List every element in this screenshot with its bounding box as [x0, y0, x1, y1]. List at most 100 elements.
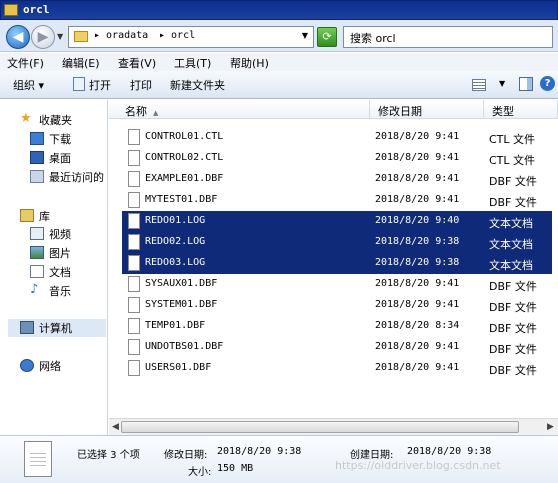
path-dropdown-icon[interactable]: ▼: [302, 31, 308, 40]
menu-file[interactable]: 文件(F): [7, 55, 44, 71]
file-type: CTL 文件: [489, 133, 536, 146]
nav-downloads[interactable]: 下载: [30, 130, 106, 148]
open-icon: [73, 77, 85, 91]
picture-icon: [30, 246, 44, 259]
desktop-icon: [30, 151, 44, 164]
nav-label: 库: [39, 210, 50, 223]
title-bar[interactable]: orcl: [0, 0, 558, 20]
menu-edit[interactable]: 编辑(E): [62, 55, 100, 71]
file-row[interactable]: CONTROL01.CTL 2018/8/20 9:41 CTL 文件: [122, 127, 552, 148]
menu-view[interactable]: 查看(V): [118, 55, 156, 71]
file-icon: [128, 150, 140, 166]
horizontal-scrollbar[interactable]: ◀ ▶: [109, 418, 558, 435]
file-name: REDO03.LOG: [145, 257, 206, 268]
refresh-button[interactable]: ⟳: [317, 27, 337, 47]
file-name: REDO01.LOG: [145, 215, 206, 226]
nav-videos[interactable]: 视频: [30, 225, 106, 243]
nav-label: 文档: [49, 266, 71, 279]
nav-network[interactable]: 网络: [20, 357, 106, 375]
file-icon: [128, 318, 140, 334]
file-name: MYTEST01.DBF: [145, 194, 218, 205]
file-date: 2018/8/20 9:41: [375, 131, 460, 142]
file-date: 2018/8/20 9:38: [375, 236, 460, 247]
scroll-right-icon[interactable]: ▶: [547, 422, 554, 432]
file-name: SYSTEM01.DBF: [145, 299, 218, 310]
file-icon: [128, 360, 140, 376]
file-row[interactable]: EXAMPLE01.DBF 2018/8/20 9:41 DBF 文件: [122, 169, 552, 190]
organize-button[interactable]: 组织 ▾: [13, 77, 44, 93]
file-row[interactable]: SYSTEM01.DBF 2018/8/20 9:41 DBF 文件: [122, 295, 552, 316]
file-row[interactable]: SYSAUX01.DBF 2018/8/20 9:41 DBF 文件: [122, 274, 552, 295]
nav-computer[interactable]: 计算机: [8, 319, 106, 337]
nav-label: 网络: [39, 360, 61, 373]
breadcrumb-oradata[interactable]: ▸ oradata: [94, 30, 148, 41]
file-row[interactable]: REDO02.LOG 2018/8/20 9:38 文本文档: [122, 232, 552, 253]
nav-music[interactable]: ♪ 音乐: [30, 282, 106, 300]
search-input[interactable]: 搜索 orcl: [343, 26, 553, 48]
file-row[interactable]: UNDOTBS01.DBF 2018/8/20 9:41 DBF 文件: [122, 337, 552, 358]
file-row[interactable]: REDO03.LOG 2018/8/20 9:38 文本文档: [122, 253, 552, 274]
video-icon: [30, 227, 44, 240]
view-dropdown-icon[interactable]: ▼: [499, 79, 505, 88]
nav-label: 桌面: [49, 152, 71, 165]
file-type: 文本文档: [489, 238, 533, 251]
file-name: USERS01.DBF: [145, 362, 212, 373]
file-name: SYSAUX01.DBF: [145, 278, 218, 289]
file-row[interactable]: TEMP01.DBF 2018/8/20 8:34 DBF 文件: [122, 316, 552, 337]
file-row[interactable]: REDO01.LOG 2018/8/20 9:40 文本文档: [122, 211, 552, 232]
file-date: 2018/8/20 9:41: [375, 278, 460, 289]
file-icon: [128, 192, 140, 208]
navigation-pane: ★ 收藏夹 下载 桌面 最近访问的 库 视频 图片 文档 ♪ 音乐 计算机 网络: [0, 100, 108, 435]
nav-favorites[interactable]: ★ 收藏夹: [20, 111, 106, 129]
folder-icon: [4, 4, 18, 16]
folder-icon: [74, 31, 88, 42]
menu-help[interactable]: 帮助(H): [230, 55, 269, 71]
new-folder-button[interactable]: 新建文件夹: [170, 77, 225, 93]
help-icon[interactable]: ?: [540, 76, 555, 91]
file-date: 2018/8/20 9:41: [375, 194, 460, 205]
nav-label: 音乐: [49, 285, 71, 298]
music-note-icon: ♪: [30, 282, 39, 297]
file-row[interactable]: USERS01.DBF 2018/8/20 9:41 DBF 文件: [122, 358, 552, 379]
nav-label: 计算机: [39, 322, 72, 335]
scroll-left-icon[interactable]: ◀: [112, 422, 119, 432]
file-name: UNDOTBS01.DBF: [145, 341, 224, 352]
file-type: DBF 文件: [489, 343, 537, 356]
file-date: 2018/8/20 9:38: [375, 257, 460, 268]
nav-recent[interactable]: 最近访问的: [30, 168, 108, 186]
column-type[interactable]: 类型: [484, 100, 558, 119]
open-button[interactable]: 打开: [89, 77, 111, 93]
nav-label: 下载: [49, 133, 71, 146]
recent-pages-dropdown-icon[interactable]: ▼: [57, 32, 63, 41]
file-icon: [24, 441, 52, 477]
view-options-icon[interactable]: [472, 79, 486, 91]
column-name[interactable]: 名称 ▲: [117, 100, 370, 119]
address-path[interactable]: ▸ oradata ▸ orcl ▼: [68, 26, 314, 48]
breadcrumb-orcl[interactable]: ▸ orcl: [159, 30, 195, 41]
preview-pane-icon[interactable]: [519, 77, 533, 91]
command-bar: 组织 ▾ 打开 打印 新建文件夹 ▼ ?: [0, 71, 558, 99]
column-date-modified[interactable]: 修改日期: [370, 100, 484, 119]
column-header: 名称 ▲ 修改日期 类型: [109, 100, 558, 119]
file-type: DBF 文件: [489, 301, 537, 314]
file-icon: [128, 297, 140, 313]
file-row[interactable]: MYTEST01.DBF 2018/8/20 9:41 DBF 文件: [122, 190, 552, 211]
forward-button[interactable]: ▶: [31, 25, 55, 49]
file-date: 2018/8/20 9:41: [375, 299, 460, 310]
back-button[interactable]: ◀: [6, 25, 30, 49]
library-icon: [20, 209, 34, 222]
nav-label: 图片: [49, 247, 71, 260]
print-button[interactable]: 打印: [130, 77, 152, 93]
selection-count: 已选择 3 个项: [77, 450, 140, 461]
column-date-label: 修改日期: [378, 105, 422, 118]
file-date: 2018/8/20 9:41: [375, 341, 460, 352]
file-name: EXAMPLE01.DBF: [145, 173, 224, 184]
nav-pictures[interactable]: 图片: [30, 244, 106, 262]
nav-desktop[interactable]: 桌面: [30, 149, 106, 167]
nav-documents[interactable]: 文档: [30, 263, 106, 281]
computer-icon: [20, 321, 34, 334]
menu-tools[interactable]: 工具(T): [174, 55, 211, 71]
file-row[interactable]: CONTROL02.CTL 2018/8/20 9:41 CTL 文件: [122, 148, 552, 169]
nav-libraries[interactable]: 库: [20, 207, 106, 225]
scrollbar-thumb[interactable]: [121, 421, 519, 433]
